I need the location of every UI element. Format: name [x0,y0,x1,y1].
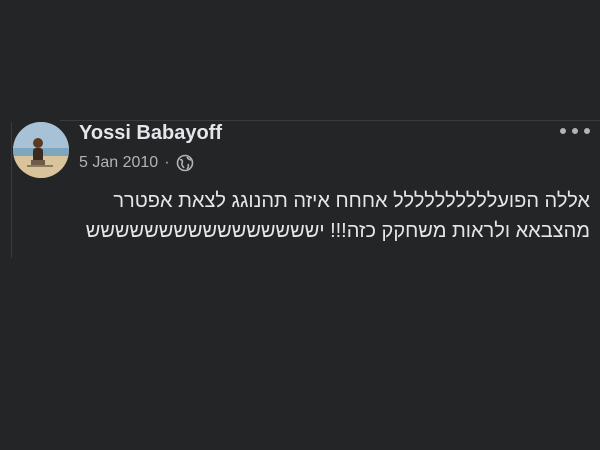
more-dot [584,128,590,134]
more-options-icon[interactable] [560,124,590,138]
post-date[interactable]: 5 Jan 2010 [79,154,158,172]
meta-separator: · [164,154,170,171]
screenshot-page: Yossi Babayoff 5 Jan 2010 · אללה הפועללל… [0,0,600,450]
post-meta: 5 Jan 2010 · [79,152,194,174]
post-border-top [60,120,600,121]
author-name[interactable]: Yossi Babayoff [79,122,222,145]
author-avatar[interactable] [13,122,69,178]
avatar-photo [13,122,69,178]
globe-icon [176,154,193,172]
post-text-line: מהצבאא ולראות משחקק כזה!!! ישששששששששששש… [85,220,590,242]
more-dot [572,128,578,134]
post-text-line: אללה הפועלללללללללל אחחח איזה תהנוגג לצא… [113,190,590,212]
post-text: אללה הפועלללללללללל אחחח איזה תהנוגג לצא… [12,186,590,246]
more-dot [560,128,566,134]
facebook-post: Yossi Babayoff 5 Jan 2010 · אללה הפועללל… [0,112,600,258]
